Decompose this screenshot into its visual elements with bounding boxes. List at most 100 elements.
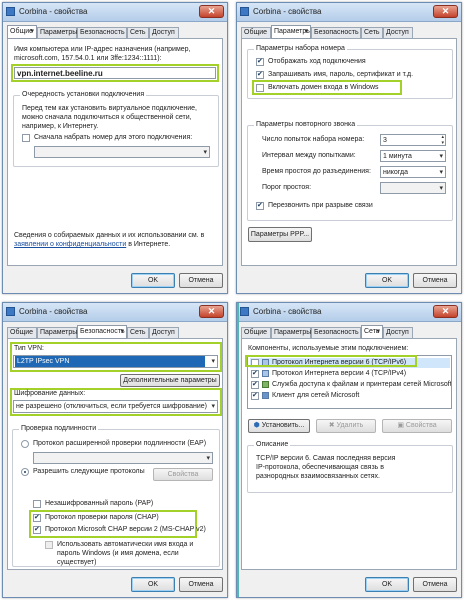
properties-window-general: Corbina - свойства ✕ Общие Параметры Без… (2, 2, 228, 294)
properties-window-network: Corbina - свойства ✕ Общие Параметры Без… (236, 302, 462, 598)
show-progress-label: Отображать ход подключения (268, 58, 366, 65)
idle-time-select[interactable]: никогда (380, 166, 446, 178)
dial-first-select[interactable] (34, 146, 210, 158)
host-label: Имя компьютера или IP-адрес назначения (… (14, 46, 191, 62)
redial-interval-select[interactable]: 1 минута (380, 150, 446, 162)
idle-threshold-select[interactable] (380, 182, 446, 194)
vpn-type-select[interactable]: L2TP IPsec VPN (13, 355, 218, 368)
title-bar[interactable]: Corbina - свойства ✕ (3, 303, 227, 322)
window-title: Corbina - свойства (19, 307, 88, 316)
window-title: Corbina - свойства (19, 7, 88, 16)
network-client-icon (262, 392, 269, 399)
tab-options[interactable]: Параметры (37, 327, 77, 338)
ok-button[interactable]: OK (365, 273, 409, 288)
tab-options[interactable]: Параметры (271, 25, 311, 39)
list-item[interactable]: Протокол Интернета версии 4 (TCP/IPv4) (250, 369, 450, 379)
install-button[interactable]: ⬢ Установить... (248, 419, 310, 433)
close-button[interactable]: ✕ (199, 305, 224, 318)
idle-threshold-label: Порог простоя: (262, 184, 312, 191)
first-connect-group: Очередность установки подключения Перед … (13, 91, 219, 167)
properties-window-security: Corbina - свойства ✕ Общие Параметры Без… (2, 302, 228, 598)
mschap-checkbox[interactable] (33, 525, 41, 534)
tab-security[interactable]: Безопасность (311, 327, 361, 338)
tab-security[interactable]: Безопасность (77, 27, 127, 38)
tab-general[interactable]: Общие (241, 327, 271, 338)
privacy-link[interactable]: заявлении о конфиденциальности (14, 241, 126, 248)
title-bar[interactable]: Corbina - свойства ✕ (237, 303, 461, 322)
auto-logon-checkbox[interactable] (45, 541, 53, 549)
eap-properties-button[interactable]: Свойства (153, 468, 213, 481)
remove-button[interactable]: ✖ Удалить (316, 419, 376, 433)
vpn-type-value: L2TP IPsec VPN (15, 356, 205, 367)
cancel-button[interactable]: Отмена (179, 273, 223, 288)
list-item[interactable]: Служба доступа к файлам и принтерам сете… (250, 380, 452, 390)
list-item[interactable]: Клиент для сетей Microsoft (250, 391, 450, 401)
eap-radio[interactable] (21, 440, 29, 448)
eap-select[interactable] (33, 452, 213, 464)
cancel-button[interactable]: Отмена (413, 273, 457, 288)
redial-on-drop-checkbox[interactable] (256, 201, 264, 210)
tab-network[interactable]: Сеть (127, 27, 149, 38)
advanced-settings-button[interactable]: Дополнительные параметры (120, 374, 220, 387)
redial-on-drop-label: Перезвонить при разрыве связи (268, 202, 373, 209)
tab-sharing[interactable]: Доступ (383, 327, 413, 338)
ok-button[interactable]: OK (365, 577, 409, 592)
close-button[interactable]: ✕ (199, 5, 224, 18)
component-checkbox[interactable] (251, 391, 259, 400)
chap-checkbox[interactable] (33, 513, 41, 522)
encryption-select[interactable]: не разрешено (отключиться, если требуетс… (13, 400, 218, 413)
cancel-button[interactable]: Отмена (413, 577, 457, 592)
tab-network[interactable]: Сеть (361, 27, 383, 38)
component-properties-button[interactable]: ▣ Свойства (382, 419, 452, 433)
network-connection-icon (6, 307, 15, 316)
tab-sharing[interactable]: Доступ (149, 27, 179, 38)
ok-button[interactable]: OK (131, 577, 175, 592)
network-connection-icon (240, 307, 249, 316)
redial-attempts-spinner[interactable]: 3 (380, 134, 446, 146)
authentication-group-label: Проверка подлинности (19, 425, 99, 432)
components-label: Компоненты, используемые этим подключени… (248, 345, 409, 352)
tab-page: Имя компьютера или IP-адрес назначения (… (7, 38, 223, 266)
description-group: Описание TCP/IP версии 6. Самая последня… (247, 441, 453, 493)
dial-first-checkbox[interactable] (22, 134, 30, 142)
cancel-button[interactable]: Отмена (179, 577, 223, 592)
privacy-text-1: Сведения о собираемых данных и их исполь… (14, 232, 205, 239)
tab-general[interactable]: Общие (7, 25, 37, 39)
close-button[interactable]: ✕ (433, 5, 458, 18)
pap-checkbox[interactable] (33, 500, 41, 508)
window-title: Corbina - свойства (253, 7, 322, 16)
tab-network[interactable]: Сеть (361, 325, 383, 339)
show-progress-checkbox[interactable] (256, 57, 264, 66)
include-domain-checkbox[interactable] (256, 84, 264, 92)
vpn-type-label: Тип VPN: (14, 345, 44, 352)
eap-label: Протокол расширенной проверки подлинност… (33, 440, 207, 447)
tab-options[interactable]: Параметры (37, 27, 77, 38)
redial-group: Параметры повторного звонка Число попыто… (247, 121, 453, 221)
component-checkbox[interactable] (251, 380, 259, 389)
tab-general[interactable]: Общие (241, 27, 271, 38)
ppp-settings-button[interactable]: Параметры PPP... (248, 227, 312, 242)
tab-options[interactable]: Параметры (271, 327, 311, 338)
ok-button[interactable]: OK (131, 273, 175, 288)
tab-security[interactable]: Безопасность (311, 27, 361, 38)
prompt-credentials-checkbox[interactable] (256, 70, 264, 79)
first-connect-description: Перед тем как установить виртуальное под… (22, 105, 197, 130)
install-button-label: Установить... (261, 422, 305, 429)
tab-network[interactable]: Сеть (127, 327, 149, 338)
tab-sharing[interactable]: Доступ (149, 327, 179, 338)
component-checkbox[interactable] (251, 369, 259, 378)
prompt-credentials-label: Запрашивать имя, пароль, сертификат и т.… (268, 71, 414, 78)
component-label: Служба доступа к файлам и принтерам сете… (272, 381, 452, 388)
auto-logon-label: Использовать автоматически имя входа и п… (57, 541, 194, 566)
privacy-text-2: в Интернете. (128, 241, 171, 248)
tab-sharing[interactable]: Доступ (383, 27, 413, 38)
tab-general[interactable]: Общие (7, 327, 37, 338)
title-bar[interactable]: Corbina - свойства ✕ (3, 3, 227, 22)
tab-security[interactable]: Безопасность (77, 325, 127, 339)
first-connect-group-label: Очередность установки подключения (20, 91, 147, 98)
host-input[interactable]: vpn.internet.beeline.ru (14, 67, 216, 79)
close-button[interactable]: ✕ (433, 305, 458, 318)
title-bar[interactable]: Corbina - свойства ✕ (237, 3, 461, 22)
redial-interval-label: Интервал между попытками: (262, 152, 356, 159)
allow-protocols-radio[interactable] (21, 468, 29, 476)
